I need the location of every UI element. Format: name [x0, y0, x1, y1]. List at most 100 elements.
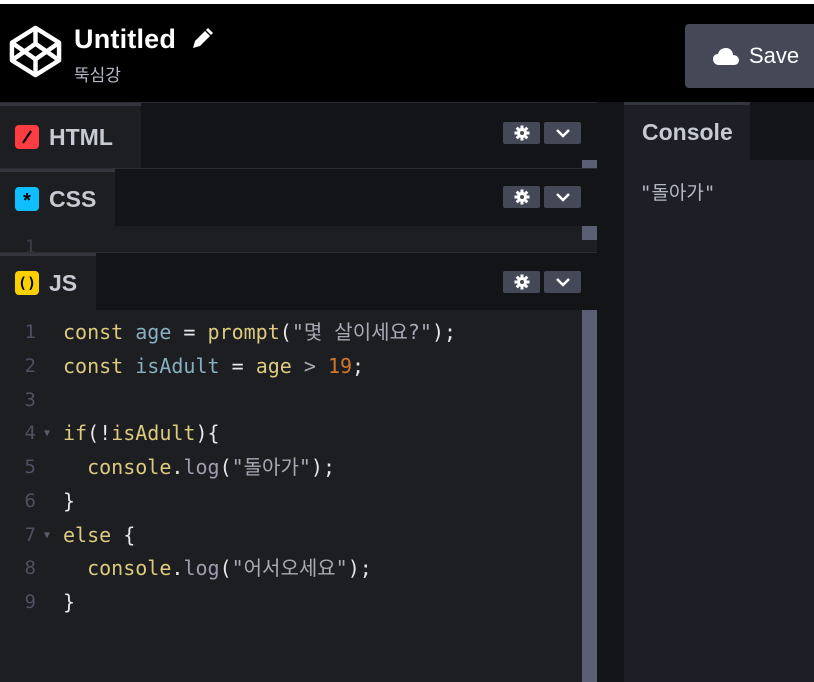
- code-token: =: [219, 353, 256, 378]
- line-number: 7: [24, 523, 36, 546]
- code-text: if(!isAdult){: [63, 417, 220, 451]
- js-collapse-button[interactable]: [544, 271, 581, 293]
- html-settings-button[interactable]: [503, 122, 540, 144]
- header: Untitled 뚝심강 Save: [0, 0, 814, 102]
- code-token: );: [347, 556, 372, 581]
- css-badge-icon: *: [15, 187, 39, 211]
- code-line[interactable]: 7 ▼ else {: [0, 519, 582, 553]
- code-token: }: [63, 488, 76, 513]
- code-text: const isAdult = age > 19;: [63, 350, 364, 384]
- code-line[interactable]: 6}: [0, 485, 582, 519]
- line-number: 8: [24, 557, 36, 580]
- js-pane-controls: [503, 271, 581, 293]
- console-output: "돌아가": [640, 182, 716, 204]
- line-number: 4: [24, 422, 36, 445]
- js-settings-button[interactable]: [503, 271, 540, 293]
- pen-title[interactable]: Untitled: [74, 24, 176, 55]
- code-token: console: [87, 556, 172, 581]
- code-token: console: [87, 455, 172, 479]
- js-pane-label: JS: [49, 269, 78, 296]
- line-number: 9: [24, 591, 36, 613]
- code-text: }: [63, 586, 75, 620]
- code-token: age: [255, 353, 292, 378]
- tab-console[interactable]: Console: [624, 102, 750, 160]
- html-badge-icon: [15, 125, 39, 149]
- html-pane-controls: [503, 122, 581, 144]
- code-line[interactable]: 9}: [0, 586, 582, 620]
- fold-arrow-icon[interactable]: ▼: [44, 417, 50, 451]
- code-text: console.log("어서오세요");: [63, 552, 372, 586]
- code-token: isAdult: [111, 421, 196, 446]
- codepen-logo-icon[interactable]: [8, 24, 63, 79]
- code-line[interactable]: 5 console.log("돌아가");: [0, 451, 582, 485]
- code-token: else: [63, 522, 112, 547]
- code-text: const age = prompt("몇 살이세요?");: [63, 316, 456, 350]
- css-pane-controls: [503, 186, 581, 208]
- save-label: Save: [749, 43, 800, 68]
- code-token: (!: [87, 421, 112, 446]
- resize-divider[interactable]: [597, 102, 624, 682]
- tab-js[interactable]: () JS: [0, 253, 96, 310]
- code-token: }: [63, 590, 76, 614]
- fold-arrow-icon[interactable]: ▼: [44, 519, 50, 553]
- code-text: else {: [63, 519, 135, 553]
- tab-css[interactable]: * CSS: [0, 169, 115, 226]
- code-token: "어서오세요": [231, 556, 348, 581]
- css-collapse-button[interactable]: [544, 186, 581, 208]
- console-header: Console: [624, 102, 814, 160]
- line-number: 6: [24, 489, 36, 512]
- gear-icon: [514, 189, 529, 205]
- tab-html[interactable]: HTML: [0, 103, 141, 168]
- html-collapse-button[interactable]: [544, 122, 581, 144]
- code-token: );: [431, 320, 457, 344]
- console-panel: Console "돌아가": [624, 102, 814, 682]
- code-token: (: [279, 320, 292, 344]
- code-line[interactable]: 8 console.log("어서오세요");: [0, 552, 582, 586]
- js-badge-icon: (): [15, 271, 39, 295]
- code-token: age: [135, 320, 172, 344]
- chevron-down-icon: [555, 278, 570, 287]
- line-number: 5: [24, 456, 36, 478]
- line-number: 1: [24, 321, 36, 343]
- code-token: if: [63, 421, 88, 446]
- chevron-down-icon: [555, 193, 570, 202]
- css-pane-header: * CSS: [0, 168, 597, 226]
- code-token: =: [171, 320, 208, 344]
- line-number: 2: [24, 354, 36, 377]
- html-pane-header: HTML: [0, 102, 597, 168]
- js-scrollbar[interactable]: [582, 310, 597, 682]
- css-scrollbar[interactable]: [582, 226, 597, 240]
- code-line[interactable]: 4 ▼ if(!isAdult){: [0, 417, 582, 451]
- code-token: .: [171, 556, 184, 581]
- code-token: "몇 살이세요?": [291, 320, 432, 344]
- cloud-icon: [713, 48, 739, 65]
- pencil-icon[interactable]: [190, 27, 214, 51]
- code-token: 19: [327, 353, 353, 378]
- css-settings-button[interactable]: [503, 186, 540, 208]
- gear-icon: [514, 274, 529, 290]
- code-token: >: [303, 353, 316, 378]
- code-line[interactable]: 2 const isAdult = age > 19;: [0, 350, 582, 384]
- code-token: log: [183, 455, 220, 479]
- css-pane-label: CSS: [49, 185, 97, 212]
- code-token: ;: [352, 353, 365, 378]
- code-token: log: [183, 556, 220, 581]
- code-token: {: [111, 522, 136, 547]
- code-token: (: [219, 556, 232, 581]
- chevron-down-icon: [555, 129, 570, 138]
- code-token: );: [310, 455, 335, 479]
- js-code-editor[interactable]: 1 const age = prompt("몇 살이세요?"); 2 const is…: [0, 316, 582, 620]
- code-token: const: [63, 320, 124, 344]
- code-line[interactable]: 1 const age = prompt("몇 살이세요?");: [0, 316, 582, 350]
- save-button[interactable]: Save: [685, 24, 814, 88]
- code-token: "돌아가": [231, 455, 311, 479]
- pen-author[interactable]: 뚝심강: [74, 61, 121, 86]
- code-token: isAdult: [135, 353, 220, 378]
- code-text: }: [63, 485, 75, 519]
- code-line[interactable]: 3: [0, 384, 582, 418]
